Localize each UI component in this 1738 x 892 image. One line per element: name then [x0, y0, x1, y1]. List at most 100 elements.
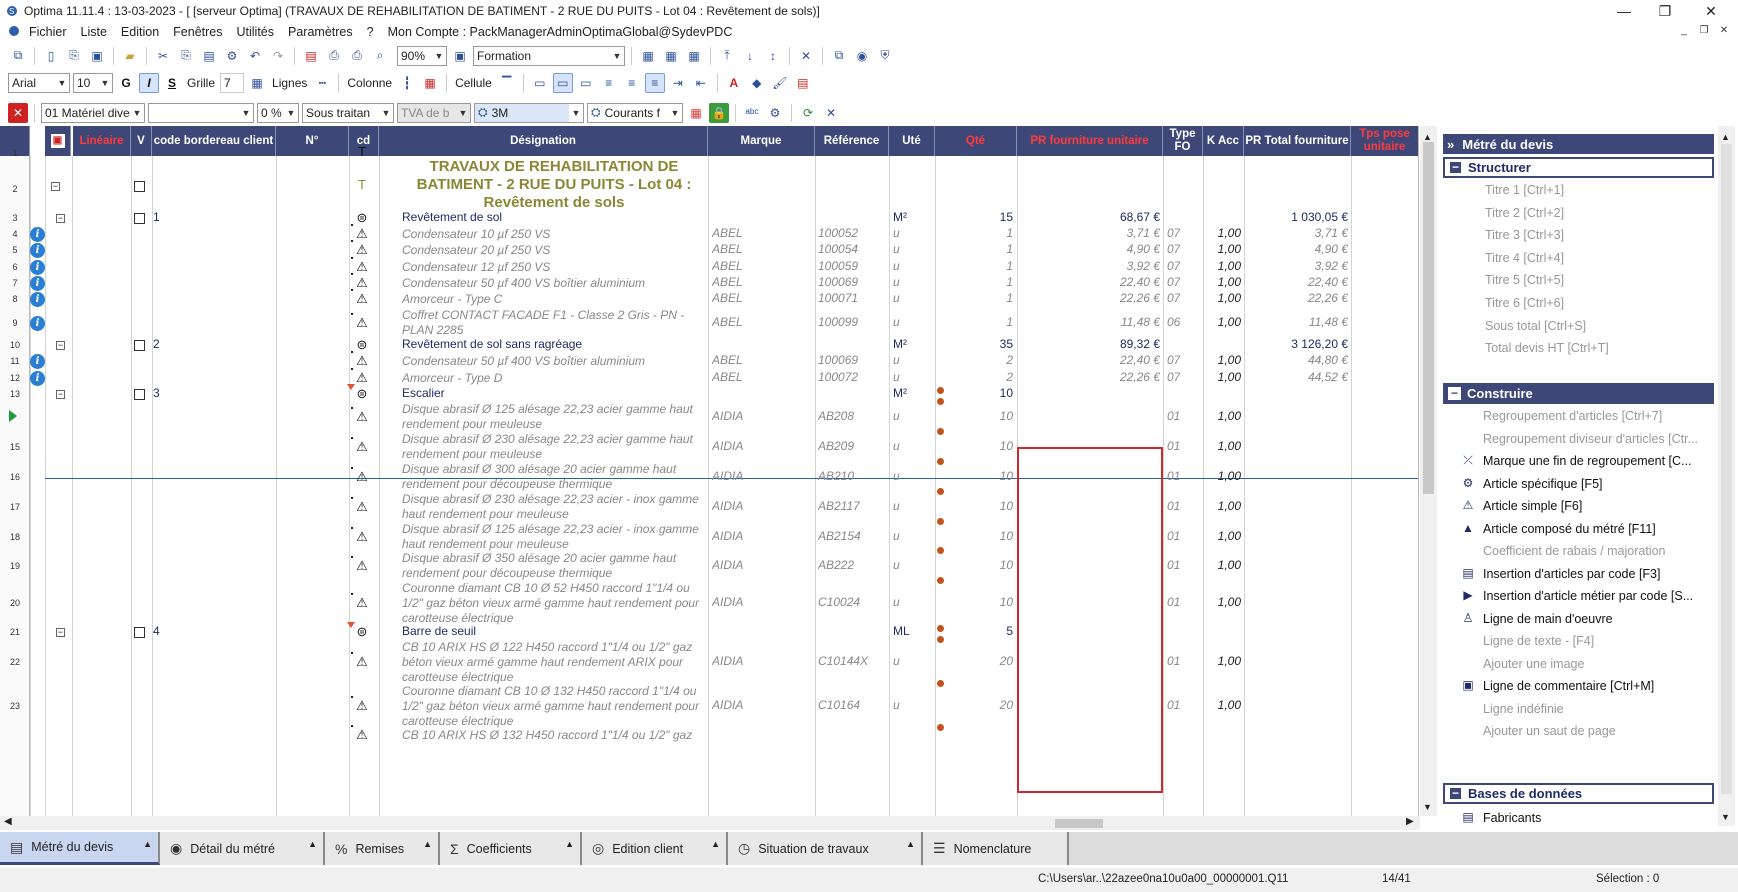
courants-select[interactable]: ⛭ Courants f ▼ — [587, 102, 683, 123]
panel-item-titre[interactable]: Titre 3 [Ctrl+3] — [1485, 228, 1564, 242]
designation-cell[interactable]: Disque abrasif Ø 125 alésage 22,23 acier… — [402, 522, 706, 552]
row-number[interactable]: 12 — [0, 373, 30, 383]
panel-item-titre[interactable]: Sous total [Ctrl+S] — [1485, 319, 1586, 333]
total-cell[interactable]: 4,90 € — [1244, 242, 1348, 256]
panel-item-titre[interactable]: Total devis HT [Ctrl+T] — [1485, 341, 1609, 355]
qty-cell[interactable]: 1 — [935, 315, 1013, 329]
menu-account[interactable]: Mon Compte : PackManagerAdminOptimaGloba… — [381, 25, 740, 39]
format-icon[interactable]: ▤ — [793, 73, 813, 93]
save-icon[interactable]: ▣ — [87, 46, 107, 66]
designation-cell[interactable]: Disque abrasif Ø 230 alésage 22,23 acier… — [402, 432, 706, 462]
type-fo-cell[interactable]: 07 — [1167, 370, 1180, 384]
open-folder-icon[interactable]: ▰ — [120, 46, 140, 66]
globe-icon[interactable]: ◉ — [852, 46, 872, 66]
designation-cell[interactable]: Amorceur - Type D — [402, 371, 706, 386]
scroll-thumb[interactable] — [1423, 142, 1434, 494]
align-justify-icon[interactable]: ≡ — [644, 72, 665, 93]
total-cell[interactable]: 44,52 € — [1244, 370, 1348, 384]
outdent-icon[interactable]: ⇤ — [691, 73, 711, 93]
code-cell[interactable]: 1 — [153, 210, 160, 224]
qty-cell[interactable]: 10 — [935, 439, 1013, 453]
unit-cell[interactable]: u — [893, 529, 900, 543]
menu-fichier[interactable]: Fichier — [22, 25, 74, 39]
article-icon[interactable]: ⚠ — [354, 291, 370, 307]
row-number[interactable]: 3 — [0, 213, 30, 223]
shield-icon[interactable]: ⛨ — [875, 46, 895, 66]
total-cell[interactable]: 11,48 € — [1244, 315, 1348, 329]
italic-button[interactable]: I — [139, 72, 159, 93]
cut-icon[interactable]: ✂ — [153, 46, 173, 66]
panel-item-construire[interactable]: Ligne indéfinie — [1459, 701, 1564, 717]
designation-cell[interactable]: Couronne diamant CB 10 Ø 132 H450 raccor… — [402, 684, 706, 729]
bold-button[interactable]: G — [116, 73, 136, 93]
k-acc-cell[interactable]: 1,00 — [1203, 259, 1241, 273]
article-icon[interactable]: ⚠ — [354, 595, 370, 611]
k-acc-cell[interactable]: 1,00 — [1203, 291, 1241, 305]
unit-cell[interactable]: u — [893, 499, 900, 513]
reference-cell[interactable]: C10144X — [818, 654, 868, 668]
brand-cell[interactable]: AIDIA — [712, 409, 743, 423]
type-fo-cell[interactable]: 07 — [1167, 259, 1180, 273]
qty-cell[interactable]: 35 — [935, 337, 1013, 351]
designation-cell[interactable]: Barre de seuil — [402, 624, 706, 639]
view3-icon[interactable]: ▦ — [684, 46, 704, 66]
unit-cell[interactable]: u — [893, 558, 900, 572]
move-updown-icon[interactable]: ↕ — [763, 46, 783, 66]
k-acc-cell[interactable]: 1,00 — [1203, 654, 1241, 668]
pr-cell[interactable]: 22,40 € — [1017, 275, 1160, 289]
type-fo-cell[interactable]: 06 — [1167, 315, 1180, 329]
article-icon[interactable]: ⚠ — [354, 469, 370, 485]
spellcheck-icon[interactable]: ᵃᵇᶜ — [742, 103, 762, 123]
brand-cell[interactable]: ABEL — [712, 242, 743, 256]
strike-button[interactable]: S — [162, 73, 182, 93]
panel-header-metre[interactable]: » Métré du devis — [1443, 134, 1714, 154]
row-number[interactable]: 16 — [0, 472, 30, 482]
total-cell[interactable]: 44,80 € — [1244, 353, 1348, 367]
qty-cell[interactable]: 10 — [935, 499, 1013, 513]
brand-cell[interactable]: ABEL — [712, 370, 743, 384]
panel-item-construire[interactable]: Ligne de texte - [F4] — [1459, 633, 1594, 649]
panel-item-construire[interactable]: Ajouter une image — [1459, 656, 1584, 672]
type-fo-cell[interactable]: 01 — [1167, 654, 1180, 668]
designation-cell[interactable]: Couronne diamant CB 10 Ø 52 H450 raccord… — [402, 581, 706, 626]
k-acc-cell[interactable]: 1,00 — [1203, 469, 1241, 483]
info-icon[interactable]: i — [30, 260, 45, 275]
section-structurer[interactable]: − Structurer — [1443, 157, 1714, 178]
percent-select[interactable]: 0 % ▼ — [257, 102, 299, 123]
view2-icon[interactable]: ▦ — [661, 46, 681, 66]
settings-icon[interactable]: ⚙ — [765, 103, 785, 123]
code-cell[interactable]: 4 — [153, 624, 160, 638]
tab-edition-client[interactable]: ◎ Edition client ▲ — [582, 832, 728, 865]
menu-edition[interactable]: Edition — [114, 25, 166, 39]
reference-cell[interactable]: C10024 — [818, 595, 860, 609]
designation-cell[interactable]: Disque abrasif Ø 230 alésage 22,23 acier… — [402, 492, 706, 522]
align-center-icon[interactable]: ≡ — [622, 73, 642, 93]
reference-cell[interactable]: AB209 — [818, 439, 854, 453]
unit-cell[interactable]: M² — [893, 386, 907, 400]
reference-cell[interactable]: C10164 — [818, 698, 860, 712]
tools-icon[interactable]: ✕ — [796, 46, 816, 66]
panel-item-construire[interactable]: ▶ Insertion d'article métier par code [S.… — [1459, 588, 1693, 604]
type-fo-cell[interactable]: 07 — [1167, 242, 1180, 256]
unit-cell[interactable]: u — [893, 242, 900, 256]
reference-cell[interactable]: 100069 — [818, 353, 858, 367]
qty-cell[interactable]: 15 — [935, 210, 1013, 224]
designation-cell[interactable]: Coffret CONTACT FACADE F1 - Classe 2 Gri… — [402, 308, 706, 338]
total-cell[interactable]: 22,26 € — [1244, 291, 1348, 305]
panel-item-construire[interactable]: ▤ Insertion d'articles par code [F3] — [1459, 566, 1660, 582]
k-acc-cell[interactable]: 1,00 — [1203, 315, 1241, 329]
k-acc-cell[interactable]: 1,00 — [1203, 242, 1241, 256]
border3-icon[interactable]: ▭ — [576, 73, 596, 93]
panel-item-construire[interactable]: Regroupement d'articles [Ctrl+7] — [1459, 408, 1662, 424]
k-acc-cell[interactable]: 1,00 — [1203, 698, 1241, 712]
row-number[interactable]: 18 — [0, 532, 30, 542]
horizontal-scrollbar[interactable]: ◀ ▶ — [0, 816, 1420, 830]
menu-fenetres[interactable]: Fenêtres — [166, 25, 229, 39]
tab-situation-travaux[interactable]: ◷ Situation de travaux ▲ — [728, 832, 923, 865]
unit-cell[interactable]: u — [893, 315, 900, 329]
cell-style-icon[interactable]: ▔ — [497, 73, 517, 93]
panel-item-titre[interactable]: Titre 4 [Ctrl+4] — [1485, 251, 1564, 265]
brand-cell[interactable]: AIDIA — [712, 654, 743, 668]
qty-cell[interactable]: 10 — [935, 469, 1013, 483]
type-fo-cell[interactable]: 01 — [1167, 499, 1180, 513]
